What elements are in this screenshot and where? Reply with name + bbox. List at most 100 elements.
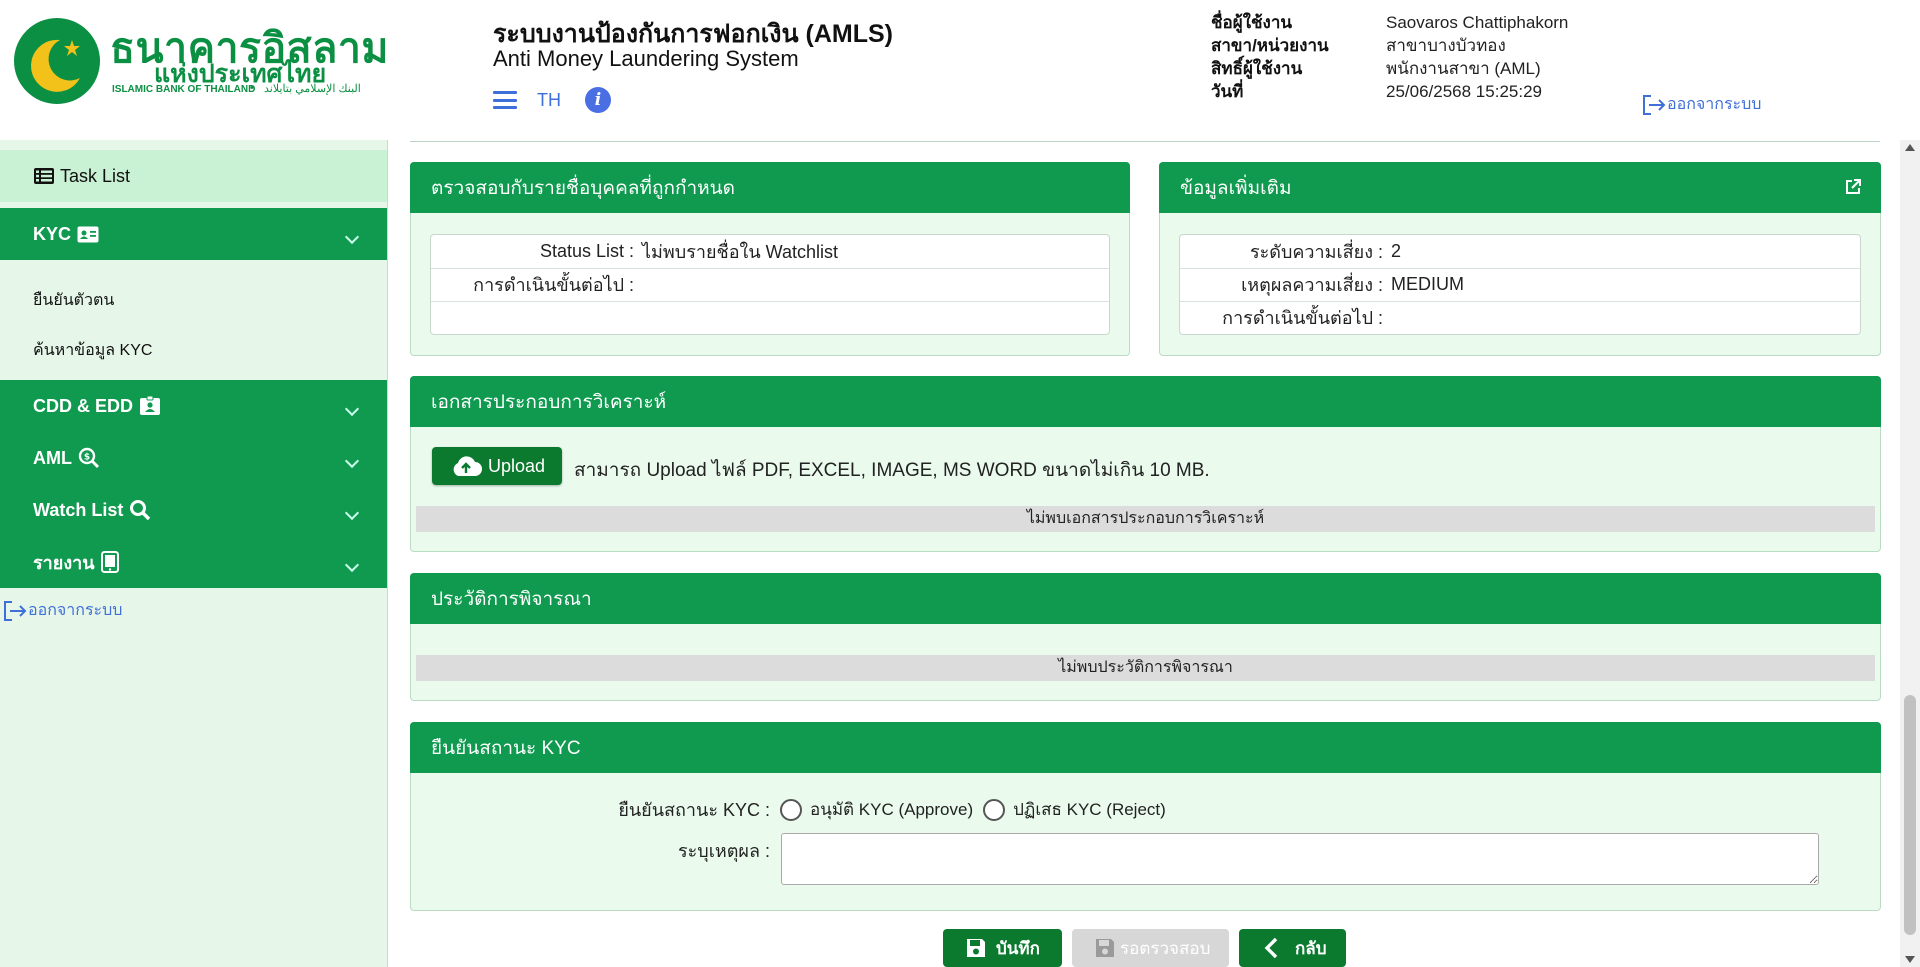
sidebar-group-watch-list-label: Watch List <box>33 499 124 520</box>
app-header: ธนาคารอิสลาม แห่งประเทศไทย ISLAMIC BANK … <box>0 0 1920 140</box>
sidebar-group-report[interactable]: รายงาน <box>0 536 387 588</box>
extra-next-step-label: การดำเนินขั้นต่อไป : <box>1222 308 1383 328</box>
documents-empty-message: ไม่พบเอกสารประกอบการวิเคราะห์ <box>416 506 1875 532</box>
sidebar-item-search-kyc[interactable]: ค้นหาข้อมูล KYC <box>33 338 152 363</box>
sidebar-logout-label: ออกจากระบบ <box>28 602 123 619</box>
risk-reason-value: MEDIUM <box>1391 274 1464 294</box>
hamburger-menu-icon[interactable] <box>493 91 517 109</box>
confirm-kyc-header: ยืนยันสถานะ KYC <box>410 722 1881 773</box>
back-button[interactable]: กลับ <box>1239 929 1346 967</box>
watchlist-empty-row <box>431 301 1109 334</box>
chevron-down-icon <box>344 401 360 417</box>
info-icon[interactable]: i <box>585 87 611 113</box>
risk-level-value: 2 <box>1391 241 1402 261</box>
sidebar-group-aml-label: AML <box>33 447 72 468</box>
history-header: ประวัติการพิจารณา <box>410 573 1881 624</box>
floppy-disk-icon <box>965 937 987 959</box>
sidebar-item-verify-identity[interactable]: ยืนยันตัวตน <box>33 288 114 313</box>
extra-next-step-row: การดำเนินขั้นต่อไป : <box>1180 301 1860 334</box>
search-icon <box>129 499 151 521</box>
scrollbar-thumb[interactable] <box>1904 695 1916 935</box>
page-scrollbar[interactable] <box>1900 140 1920 967</box>
external-link-icon[interactable] <box>1845 179 1861 195</box>
chevron-down-icon <box>344 557 360 573</box>
sidebar-item-task-list[interactable]: Task List <box>0 150 387 202</box>
status-list-label: Status List : <box>539 241 634 261</box>
documents-title: เอกสารประกอบการวิเคราะห์ <box>431 391 667 413</box>
floppy-disk-icon <box>1094 937 1116 959</box>
upload-button[interactable]: Upload <box>432 447 562 485</box>
history-title: ประวัติการพิจารณา <box>431 588 592 610</box>
save-button-label: บันทึก <box>996 938 1040 958</box>
chevron-down-icon <box>344 229 360 245</box>
logo-name-ar: البنك الإسلامي بتايلاند <box>264 83 361 95</box>
risk-level-row: ระดับความเสี่ยง : 2 <box>1180 235 1860 269</box>
scroll-down-icon[interactable] <box>1905 956 1915 963</box>
kyc-status-row: ยืนยันสถานะ KYC : อนุมัติ KYC (Approve) … <box>411 795 1166 824</box>
crescent-logo-icon <box>14 18 100 104</box>
reason-label: ระบุเหตุผล : <box>677 841 770 861</box>
date-label: วันที่ <box>1211 82 1244 101</box>
clipboard-user-icon <box>139 396 161 416</box>
reject-label[interactable]: ปฏิเสธ KYC (Reject) <box>1013 796 1166 823</box>
chevron-down-icon <box>344 505 360 521</box>
extra-info-header: ข้อมูลเพิ่มเติม <box>1159 162 1881 213</box>
approve-label[interactable]: อนุมัติ KYC (Approve) <box>810 796 973 823</box>
language-toggle[interactable]: TH <box>537 90 561 111</box>
documents-panel: เอกสารประกอบการวิเคราะห์ Upload สามารถ U… <box>410 376 1881 552</box>
extra-info-panel: ข้อมูลเพิ่มเติม ระดับความเสี่ยง : 2 เหตุ… <box>1159 162 1881 356</box>
date-value: 25/06/2568 15:25:29 <box>1386 82 1542 101</box>
logout-icon <box>4 600 27 621</box>
logo-name-en: ISLAMIC BANK OF THAILAND <box>112 84 256 95</box>
next-step-label: การดำเนินขั้นต่อไป : <box>473 275 634 295</box>
logo-separator: • <box>250 82 254 94</box>
watchlist-check-panel: ตรวจสอบกับรายชื่อบุคคลที่ถูกกำหนด Status… <box>410 162 1130 356</box>
previous-panel-edge <box>410 140 1880 142</box>
documents-header: เอกสารประกอบการวิเคราะห์ <box>410 376 1881 427</box>
upload-hint: สามารถ Upload ไฟล์ PDF, EXCEL, IMAGE, MS… <box>574 460 1210 481</box>
chevron-down-icon <box>344 453 360 469</box>
sidebar-item-task-list-label: Task List <box>60 165 131 186</box>
upload-button-label: Upload <box>488 455 546 476</box>
sidebar-group-cdd-edd[interactable]: CDD & EDD <box>0 380 387 432</box>
watchlist-check-table: Status List : ไม่พบรายชื่อใน Watchlist ก… <box>430 234 1110 335</box>
logout-icon <box>1643 94 1666 115</box>
scroll-up-icon[interactable] <box>1905 144 1915 151</box>
pending-review-button[interactable]: รอตรวจสอบ <box>1072 929 1229 967</box>
sidebar-group-report-label: รายงาน <box>33 552 95 573</box>
watchlist-check-header: ตรวจสอบกับรายชื่อบุคคลที่ถูกกำหนด <box>410 162 1130 213</box>
sidebar-group-cdd-edd-label: CDD & EDD <box>33 395 134 416</box>
reason-textarea[interactable] <box>781 833 1819 885</box>
save-button[interactable]: บันทึก <box>943 929 1062 967</box>
watchlist-status-row: Status List : ไม่พบรายชื่อใน Watchlist <box>431 235 1109 269</box>
role-value: พนักงานสาขา (AML) <box>1386 59 1541 78</box>
header-logout-label: ออกจากระบบ <box>1667 96 1762 113</box>
search-dollar-icon: $ <box>78 447 100 469</box>
id-card-icon <box>77 226 99 243</box>
reject-radio[interactable] <box>983 798 1006 821</box>
risk-reason-row: เหตุผลความเสี่ยง : MEDIUM <box>1180 268 1860 302</box>
sidebar: Task List KYC ยืนยันตัวตน ค้นหาข้อมูล KY… <box>0 140 388 967</box>
extra-info-table: ระดับความเสี่ยง : 2 เหตุผลความเสี่ยง : M… <box>1179 234 1861 335</box>
header-toolbar: TH i <box>493 86 611 114</box>
back-button-label: กลับ <box>1295 938 1327 958</box>
bank-logo: ธนาคารอิสลาม แห่งประเทศไทย ISLAMIC BANK … <box>14 16 388 106</box>
sidebar-group-kyc[interactable]: KYC <box>0 208 387 260</box>
user-info: ชื่อผู้ใช้งาน Saovaros Chattiphakorn สาขา… <box>1211 11 1568 103</box>
sidebar-group-aml[interactable]: AML $ <box>0 432 387 484</box>
sidebar-logout-link[interactable]: ออกจากระบบ <box>2 598 122 623</box>
watchlist-next-step-row: การดำเนินขั้นต่อไป : <box>431 268 1109 302</box>
branch-label: สาขา/หน่วยงาน <box>1211 36 1329 55</box>
header-logout-link[interactable]: ออกจากระบบ <box>1641 92 1761 117</box>
extra-info-title: ข้อมูลเพิ่มเติม <box>1180 177 1292 199</box>
status-list-value: ไม่พบรายชื่อใน Watchlist <box>642 242 838 262</box>
approve-radio[interactable] <box>780 798 802 821</box>
sidebar-group-watch-list[interactable]: Watch List <box>0 484 387 536</box>
role-label: สิทธิ์ผู้ใช้งาน <box>1211 59 1303 78</box>
risk-reason-label: เหตุผลความเสี่ยง : <box>1241 275 1383 295</box>
watchlist-check-title: ตรวจสอบกับรายชื่อบุคคลที่ถูกกำหนด <box>431 177 735 199</box>
pending-review-button-label: รอตรวจสอบ <box>1120 938 1211 958</box>
confirm-kyc-panel: ยืนยันสถานะ KYC ยืนยันสถานะ KYC : อนุมัต… <box>410 722 1881 911</box>
svg-text:$: $ <box>84 453 90 463</box>
kyc-status-label: ยืนยันสถานะ KYC : <box>618 800 770 820</box>
